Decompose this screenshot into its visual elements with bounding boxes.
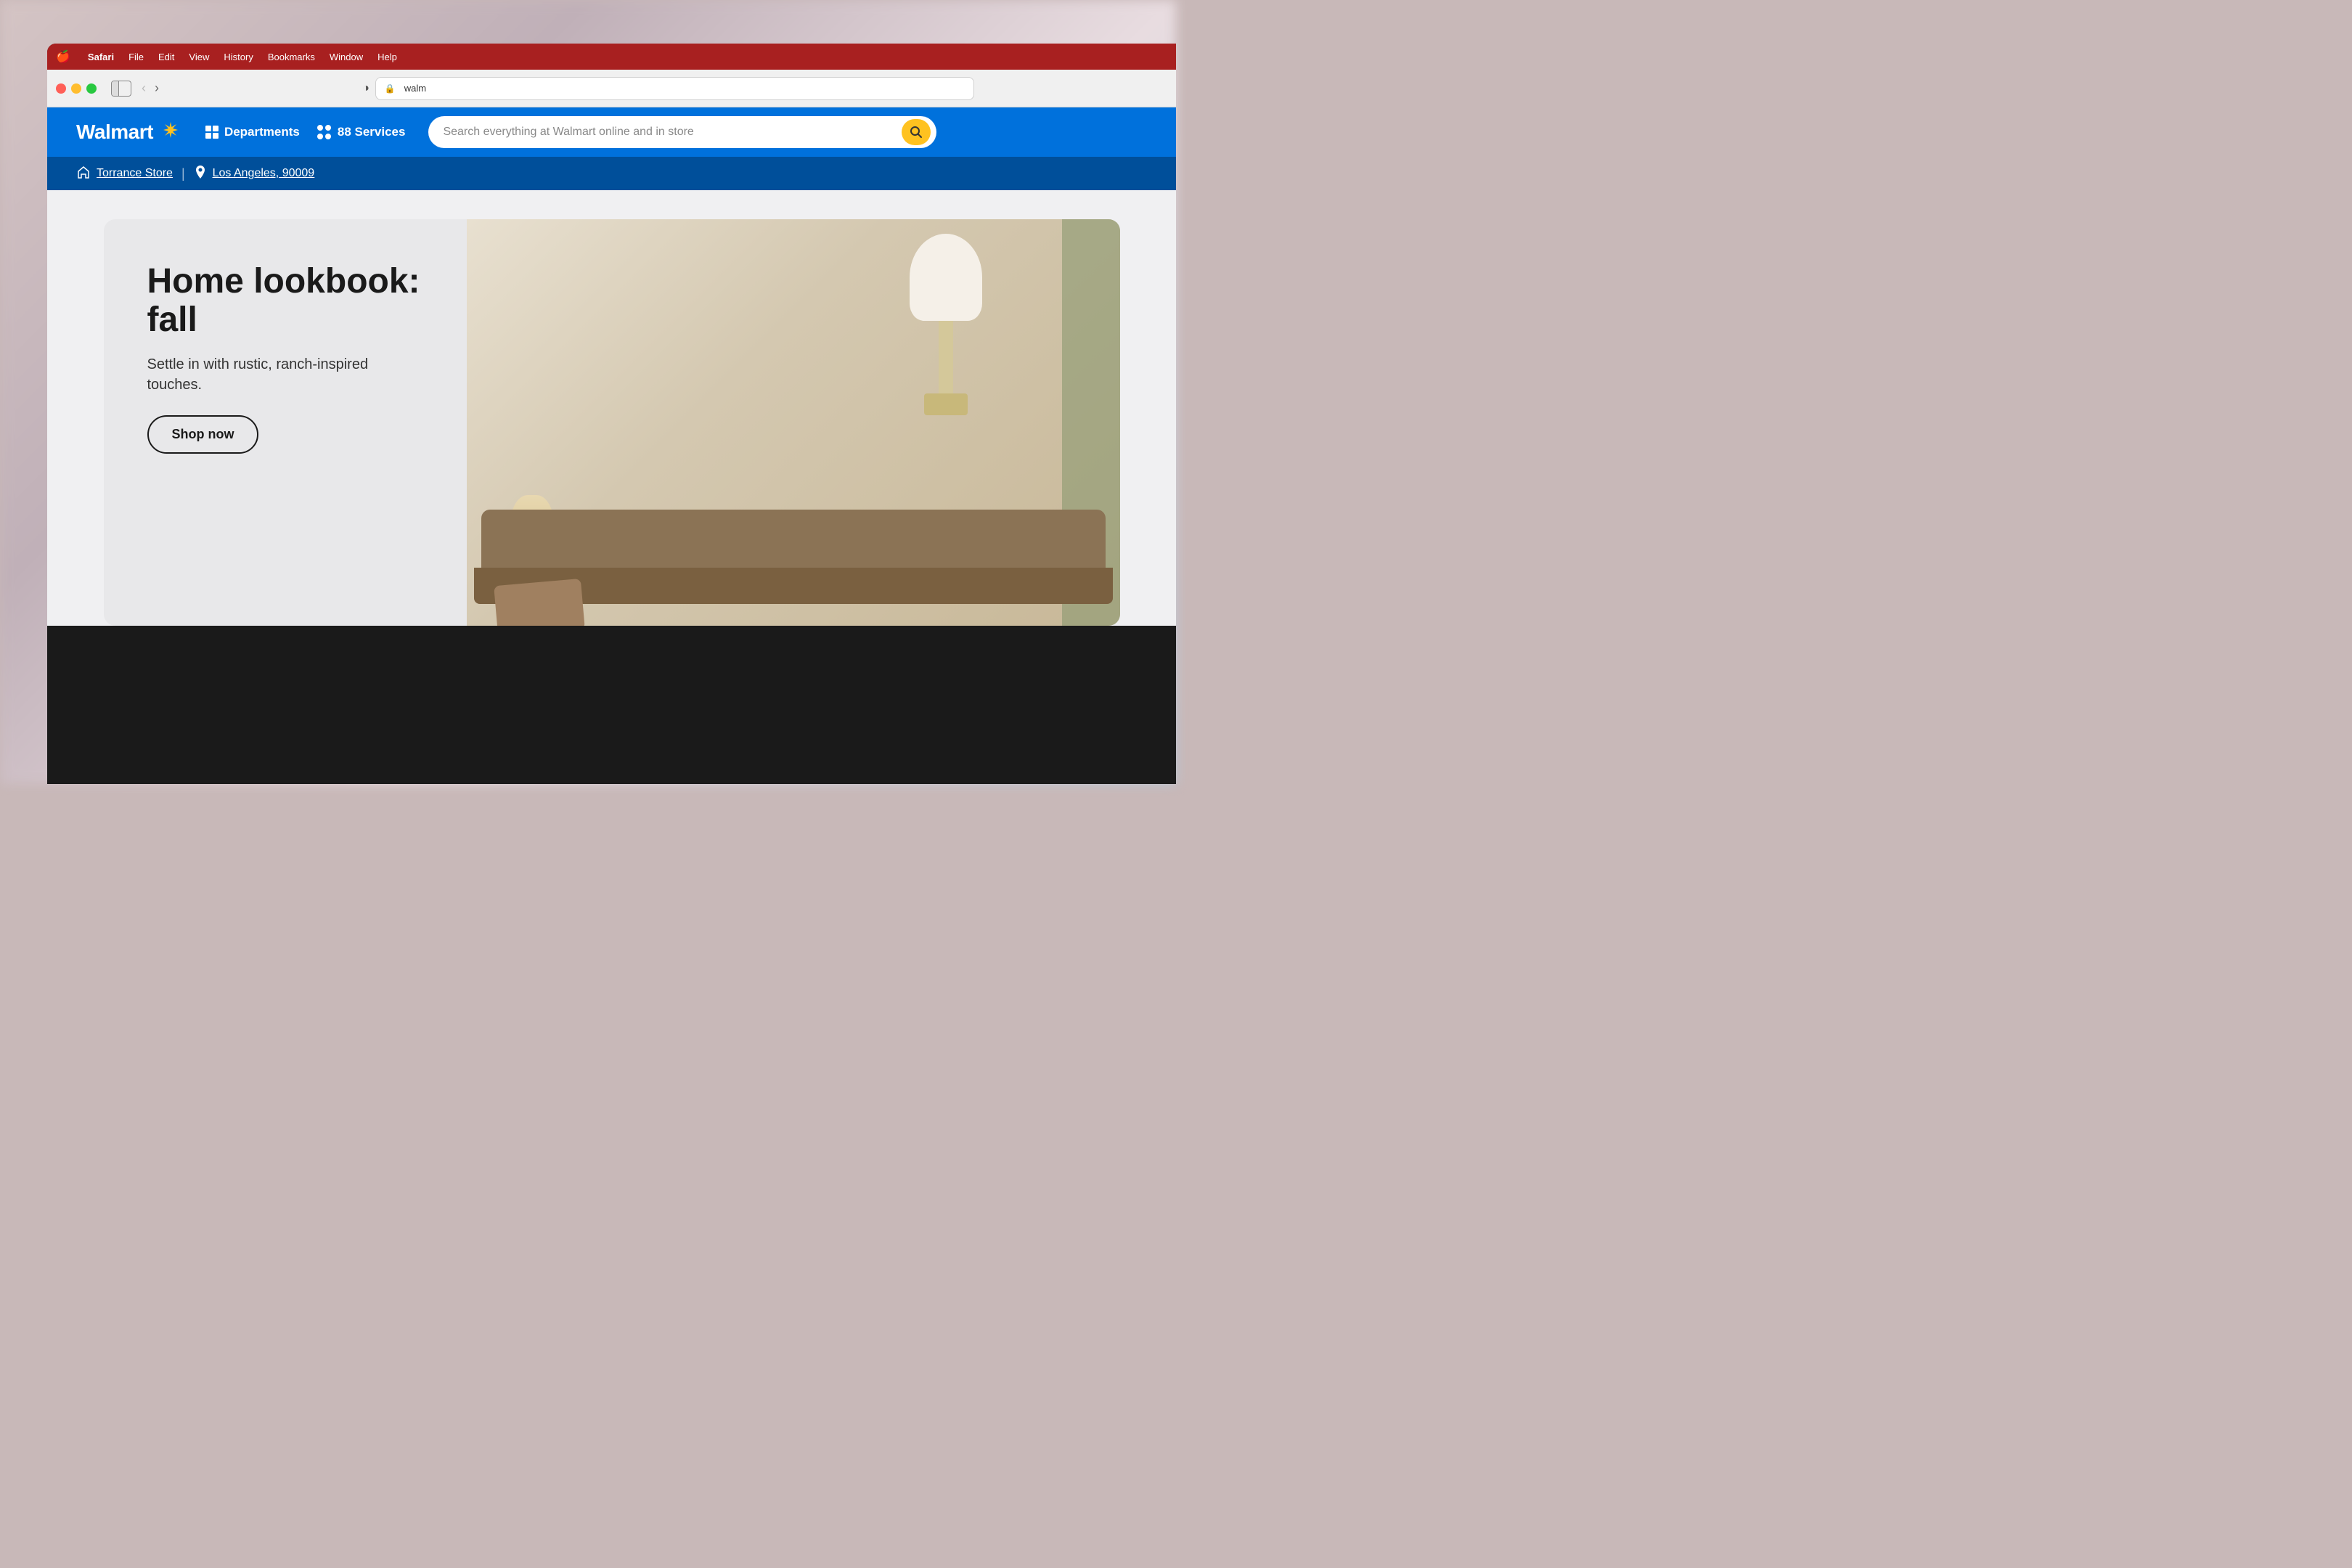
- home-icon: [76, 165, 91, 179]
- lamp-shade: [910, 234, 982, 321]
- nav-menu-items: Departments 88 Services: [205, 125, 406, 139]
- browser-chrome: ‹ › ◑ 🔒 walm: [47, 70, 1176, 107]
- menu-bookmarks[interactable]: Bookmarks: [268, 52, 315, 62]
- services-label: 88 Services: [338, 125, 406, 139]
- shop-now-button[interactable]: Shop now: [147, 415, 259, 454]
- menu-edit[interactable]: Edit: [158, 52, 174, 62]
- lock-icon: 🔒: [385, 83, 396, 94]
- store-icon: [76, 165, 91, 183]
- search-icon: [910, 126, 923, 139]
- hero-title: Home lookbook: fall: [147, 263, 423, 340]
- store-label: Torrance Store: [97, 167, 173, 180]
- lamp-base: [939, 321, 953, 393]
- address-text: walm: [404, 83, 426, 94]
- hero-text-section: Home lookbook: fall Settle in with rusti…: [104, 219, 467, 626]
- services-menu-item[interactable]: 88 Services: [317, 125, 406, 139]
- store-location-item[interactable]: Torrance Store: [76, 165, 173, 183]
- search-bar[interactable]: Search everything at Walmart online and …: [428, 116, 936, 148]
- zip-label: Los Angeles, 90009: [213, 167, 315, 180]
- services-icon: [317, 125, 332, 139]
- menu-safari[interactable]: Safari: [88, 52, 114, 62]
- lamp-decoration: [902, 234, 989, 437]
- sofa-back: [481, 510, 1106, 568]
- zip-location-item[interactable]: Los Angeles, 90009: [194, 165, 315, 183]
- back-button[interactable]: ‹: [140, 81, 147, 96]
- browser-nav-buttons: ‹ ›: [140, 81, 160, 96]
- lamp-foot: [924, 393, 968, 415]
- maximize-button[interactable]: [86, 83, 97, 94]
- menu-help[interactable]: Help: [377, 52, 397, 62]
- menu-window[interactable]: Window: [330, 52, 363, 62]
- mac-window: 🍎 Safari File Edit View History Bookmark…: [47, 44, 1176, 784]
- search-placeholder: Search everything at Walmart online and …: [443, 126, 894, 139]
- walmart-spark-icon: [159, 121, 182, 144]
- close-button[interactable]: [56, 83, 66, 94]
- sidebar-toggle-panel: [112, 81, 119, 96]
- departments-icon: [205, 126, 219, 139]
- location-pin-icon: [194, 165, 207, 183]
- address-bar[interactable]: 🔒 walm: [375, 77, 974, 100]
- departments-menu-item[interactable]: Departments: [205, 125, 300, 139]
- sofa-decoration: [467, 510, 1120, 626]
- departments-label: Departments: [224, 125, 300, 139]
- address-bar-container: ◑ 🔒 walm: [169, 77, 1167, 100]
- menu-file[interactable]: File: [128, 52, 144, 62]
- main-content: Home lookbook: fall Settle in with rusti…: [47, 190, 1176, 626]
- sidebar-toggle-button[interactable]: [111, 81, 131, 97]
- search-button[interactable]: [902, 119, 931, 145]
- hero-card: Home lookbook: fall Settle in with rusti…: [104, 219, 1120, 626]
- hero-subtitle: Settle in with rustic, ranch-inspired to…: [147, 354, 423, 395]
- walmart-logo[interactable]: Walmart: [76, 121, 182, 144]
- macos-menu-bar: 🍎 Safari File Edit View History Bookmark…: [47, 44, 1176, 70]
- traffic-lights: [56, 83, 97, 94]
- apple-menu-icon[interactable]: 🍎: [56, 49, 70, 64]
- menu-view[interactable]: View: [189, 52, 209, 62]
- walmart-navbar: Walmart Departments: [47, 107, 1176, 157]
- hero-image-section: [467, 219, 1120, 626]
- pin-icon: [194, 165, 207, 179]
- sofa-cushion: [494, 579, 585, 626]
- menu-history[interactable]: History: [224, 52, 253, 62]
- walmart-logo-text: Walmart: [76, 121, 153, 144]
- location-separator: |: [181, 166, 185, 181]
- location-bar: Torrance Store | Los Angeles, 90009: [47, 157, 1176, 190]
- minimize-button[interactable]: [71, 83, 81, 94]
- privacy-icon: ◑: [362, 82, 369, 95]
- forward-button[interactable]: ›: [153, 81, 160, 96]
